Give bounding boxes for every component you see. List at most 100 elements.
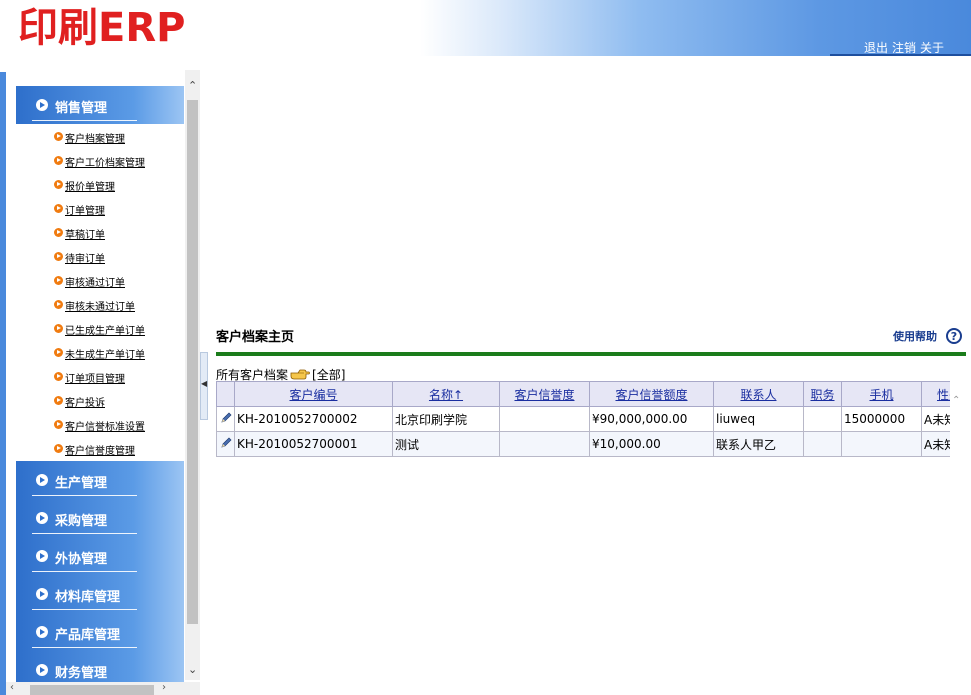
menu-group-label: 外协管理 [55, 552, 108, 567]
sidebar-menu: 销售管理 客户档案管理 客户工价档案管理 报价单管理 订单管理 草稿订单 待审订… [16, 86, 184, 689]
help-link[interactable]: 使用帮助 [893, 328, 937, 344]
submenu-item[interactable]: 订单项目管理 [16, 365, 184, 389]
question-mark-icon[interactable]: ? [946, 328, 962, 344]
submenu-item[interactable]: 订单管理 [16, 197, 184, 221]
cell-position [803, 431, 842, 457]
submenu-item-label[interactable]: 待审订单 [65, 250, 105, 265]
column-header[interactable]: 名称↑ [392, 381, 500, 407]
orange-arrow-icon [54, 276, 63, 285]
menu-group-outsourcing[interactable]: 外协管理 [16, 537, 184, 575]
table-row[interactable]: KH-2010052700002 北京印刷学院 ¥90,000,000.00 l… [216, 406, 950, 432]
about-link[interactable]: 关于 [920, 41, 944, 55]
chevron-up-icon[interactable]: ⌃ [188, 80, 197, 92]
chevron-down-icon[interactable]: ⌄ [188, 664, 197, 676]
column-header[interactable]: 手机 [841, 381, 922, 407]
submenu-item[interactable]: 未生成生产单订单 [16, 341, 184, 365]
edit-pencil-icon[interactable] [216, 431, 235, 457]
chevron-up-icon[interactable]: ⌃ [952, 395, 960, 406]
column-header[interactable]: 职务 [803, 381, 842, 407]
logout-link[interactable]: 退出 [864, 41, 888, 55]
cell-code: KH-2010052700002 [234, 406, 393, 432]
submenu-item[interactable]: 客户信誉标准设置 [16, 413, 184, 437]
submenu-item-label[interactable]: 审核未通过订单 [65, 298, 135, 313]
divider [32, 647, 137, 648]
column-header-edit [216, 381, 235, 407]
submenu-item-label[interactable]: 订单管理 [65, 202, 105, 217]
submenu-item-label[interactable]: 订单项目管理 [65, 370, 125, 385]
app-logo: 印刷ERP [18, 5, 186, 51]
orange-arrow-icon [54, 372, 63, 381]
orange-arrow-icon [54, 396, 63, 405]
column-header[interactable]: 客户信誉额度 [589, 381, 714, 407]
submenu-item-label[interactable]: 客户信誉标准设置 [65, 418, 145, 433]
column-header[interactable]: 客户编号 [234, 381, 393, 407]
column-header[interactable]: 客户信誉度 [499, 381, 590, 407]
orange-arrow-icon [54, 324, 63, 333]
divider [32, 495, 137, 496]
cell-code: KH-2010052700001 [234, 431, 393, 457]
filter-all-link[interactable]: [全部] [312, 368, 345, 382]
orange-arrow-icon [54, 156, 63, 165]
pointing-hand-icon[interactable] [290, 368, 310, 380]
menu-group-purchasing[interactable]: 采购管理 [16, 499, 184, 537]
cell-contact: liuweq [713, 406, 804, 432]
table-header-row: 客户编号 名称↑ 客户信誉度 客户信誉额度 联系人 职务 手机 性别 [216, 381, 950, 407]
circle-arrow-icon [36, 664, 48, 676]
cell-gender: A未知 [921, 431, 950, 457]
customer-grid: 客户编号 名称↑ 客户信誉度 客户信誉额度 联系人 职务 手机 性别 KH-20… [216, 381, 950, 459]
submenu-item-label[interactable]: 未生成生产单订单 [65, 346, 145, 361]
cell-mobile [841, 431, 922, 457]
submenu-item[interactable]: 客户投诉 [16, 389, 184, 413]
top-banner: 印刷ERP 退出 注销 关于 [0, 0, 971, 56]
orange-arrow-icon [54, 348, 63, 357]
signoff-link[interactable]: 注销 [892, 41, 916, 55]
scrollbar-thumb[interactable] [187, 100, 198, 624]
submenu-item-label[interactable]: 客户投诉 [65, 394, 105, 409]
sidebar-collapse-toggle[interactable]: ◀ [200, 352, 208, 420]
submenu-item[interactable]: 客户工价档案管理 [16, 149, 184, 173]
left-nav-edge [0, 72, 6, 695]
orange-arrow-icon [54, 204, 63, 213]
circle-arrow-icon [36, 474, 48, 486]
circle-arrow-icon [36, 588, 48, 600]
menu-group-product-stock[interactable]: 产品库管理 [16, 613, 184, 651]
submenu-item[interactable]: 客户信誉度管理 [16, 437, 184, 461]
submenu-item-label[interactable]: 草稿订单 [65, 226, 105, 241]
submenu-item-label[interactable]: 客户档案管理 [65, 130, 125, 145]
submenu-item-label[interactable]: 审核通过订单 [65, 274, 125, 289]
menu-group-sales[interactable]: 销售管理 [16, 86, 184, 124]
circle-arrow-icon [36, 512, 48, 524]
sidebar-vertical-scrollbar[interactable]: ⌃ ⌄ [185, 70, 200, 680]
sidebar-horizontal-scrollbar[interactable]: ‹ › [6, 682, 200, 695]
submenu-item[interactable]: 草稿订单 [16, 221, 184, 245]
column-header[interactable]: 性别 [921, 381, 950, 407]
scrollbar-thumb[interactable] [30, 685, 154, 695]
submenu-item[interactable]: 待审订单 [16, 245, 184, 269]
submenu-item[interactable]: 已生成生产单订单 [16, 317, 184, 341]
menu-group-material-stock[interactable]: 材料库管理 [16, 575, 184, 613]
cell-mobile: 15000000 [841, 406, 922, 432]
chevron-left-icon[interactable]: ‹ [10, 682, 14, 693]
submenu-item[interactable]: 客户档案管理 [16, 125, 184, 149]
divider [32, 609, 137, 610]
menu-group-label: 销售管理 [55, 101, 108, 116]
table-row[interactable]: KH-2010052700001 测试 ¥10,000.00 联系人甲乙 A未知 [216, 431, 950, 457]
customer-table: 客户编号 名称↑ 客户信誉度 客户信誉额度 联系人 职务 手机 性别 KH-20… [216, 381, 950, 457]
submenu-item[interactable]: 审核通过订单 [16, 269, 184, 293]
menu-group-production[interactable]: 生产管理 [16, 461, 184, 499]
submenu-item-label[interactable]: 客户工价档案管理 [65, 154, 145, 169]
divider [32, 533, 137, 534]
filter-label: 所有客户档案 [216, 368, 289, 382]
column-header[interactable]: 联系人 [713, 381, 804, 407]
submenu-item-label[interactable]: 已生成生产单订单 [65, 322, 145, 337]
submenu-item-label[interactable]: 报价单管理 [65, 178, 115, 193]
submenu-item[interactable]: 报价单管理 [16, 173, 184, 197]
menu-group-label: 材料库管理 [55, 590, 121, 605]
submenu-item-label[interactable]: 客户信誉度管理 [65, 442, 135, 457]
grid-vertical-scrollbar[interactable]: ⌃ [950, 381, 964, 459]
orange-arrow-icon [54, 444, 63, 453]
submenu-item[interactable]: 审核未通过订单 [16, 293, 184, 317]
chevron-right-icon[interactable]: › [162, 682, 166, 693]
cell-name: 北京印刷学院 [392, 406, 500, 432]
edit-pencil-icon[interactable] [216, 406, 235, 432]
